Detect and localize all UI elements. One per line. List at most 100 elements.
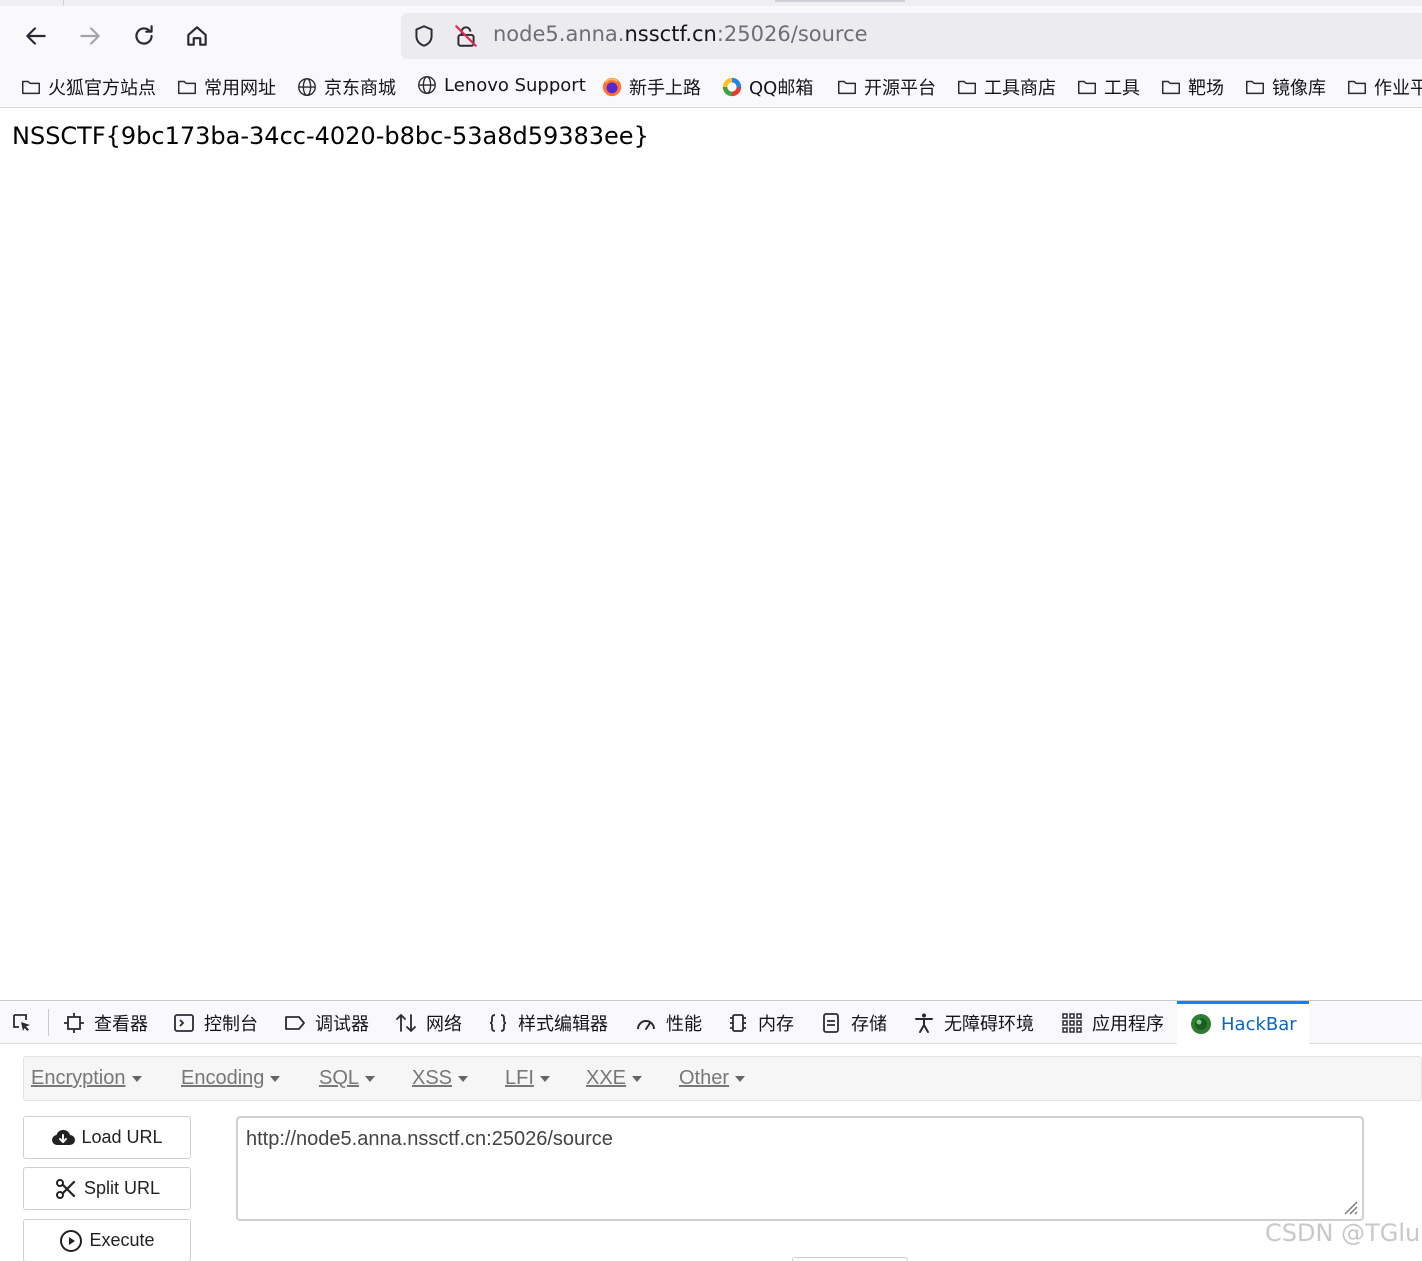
caret-down-icon	[365, 1075, 376, 1082]
folder-icon	[178, 80, 196, 95]
caret-down-icon	[131, 1075, 142, 1082]
bookmark-item[interactable]: 靶场	[1160, 74, 1224, 100]
qq-mail-icon	[722, 77, 742, 97]
hackbar-icon	[1191, 1014, 1211, 1034]
bookmark-item[interactable]: 工具商店	[956, 74, 1056, 100]
bookmark-item[interactable]: 镜像库	[1244, 74, 1326, 100]
tab-hackbar[interactable]: HackBar	[1177, 1001, 1309, 1044]
home-icon	[187, 26, 207, 46]
tab-indicator	[775, 0, 905, 2]
url-textarea-value: http://node5.anna.nssctf.cn:25026/source	[246, 1128, 613, 1150]
folder-icon	[22, 80, 40, 95]
tab-performance[interactable]: 性能	[634, 1001, 702, 1044]
menu-sql[interactable]: SQL	[319, 1067, 376, 1090]
tab-memory[interactable]: 内存	[726, 1001, 794, 1044]
devtools-toolbar: 查看器 控制台 调试器 网络 样式编辑器 性能 内存 存储 无障碍环境 应用程序…	[0, 1001, 1422, 1044]
browser-window: node5.anna.nssctf.cn:25026/source 火狐官方站点…	[0, 0, 1422, 1261]
folder-icon	[1162, 80, 1180, 95]
bookmark-label: 京东商城	[324, 78, 396, 99]
menu-xss[interactable]: XSS	[412, 1067, 469, 1090]
folder-icon	[958, 80, 976, 95]
load-url-button[interactable]: Load URL	[23, 1116, 191, 1159]
resize-grip-icon[interactable]	[1340, 1197, 1358, 1215]
execute-button[interactable]: Execute	[23, 1219, 191, 1261]
flag-text: NSSCTF{9bc173ba-34cc-4020-b8bc-53a8d5938…	[12, 122, 649, 150]
split-url-button[interactable]: Split URL	[23, 1167, 191, 1210]
accessibility-icon	[915, 1013, 933, 1033]
folder-icon	[1078, 80, 1096, 95]
application-icon	[1062, 1012, 1082, 1033]
bookmark-item[interactable]: 开源平台	[836, 74, 936, 100]
tab-label: 性能	[666, 1013, 702, 1035]
bookmark-label: 火狐官方站点	[48, 78, 156, 99]
menu-label: LFI	[505, 1067, 534, 1089]
tab-label: 存储	[851, 1013, 887, 1035]
caret-down-icon	[270, 1075, 281, 1082]
bookmark-label: 新手上路	[629, 78, 701, 99]
url-textarea[interactable]: http://node5.anna.nssctf.cn:25026/source	[236, 1116, 1364, 1221]
element-picker-icon	[13, 1013, 30, 1031]
bookmark-label: 靶场	[1188, 78, 1224, 99]
caret-down-icon	[458, 1075, 469, 1082]
bookmark-label: 开源平台	[864, 78, 936, 99]
home-button[interactable]	[179, 18, 215, 54]
hackbar-menu-bar: Encryption Encoding SQL XSS LFI XXE Othe…	[23, 1056, 1422, 1101]
menu-lfi[interactable]: LFI	[505, 1067, 550, 1090]
bookmark-item[interactable]: 新手上路	[601, 74, 701, 100]
bookmark-item[interactable]: 常用网址	[176, 74, 276, 100]
back-button[interactable]	[18, 18, 54, 54]
tab-label: 调试器	[315, 1013, 369, 1035]
tab-debugger[interactable]: 调试器	[283, 1001, 369, 1044]
split-url-label: Split URL	[83, 1178, 161, 1198]
menu-label: XSS	[412, 1067, 453, 1089]
bookmark-item[interactable]: QQ邮箱	[721, 74, 813, 100]
tab-storage[interactable]: 存储	[819, 1001, 887, 1044]
scissors-icon	[55, 1178, 76, 1199]
menu-label: SQL	[319, 1067, 360, 1089]
menu-xxe[interactable]: XXE	[586, 1067, 643, 1090]
menu-encoding[interactable]: Encoding	[181, 1067, 281, 1090]
tab-label: 无障碍环境	[944, 1013, 1034, 1035]
caret-down-icon	[539, 1075, 550, 1082]
execute-label: Execute	[89, 1230, 155, 1250]
tab-network[interactable]: 网络	[394, 1001, 462, 1044]
caret-down-icon	[735, 1075, 746, 1082]
url-domain: nssctf.cn	[624, 22, 717, 46]
bookmarks-toolbar: 火狐官方站点 常用网址 京东商城 Lenovo Support 新手上路 QQ邮…	[0, 66, 1422, 108]
reload-icon	[135, 25, 153, 45]
tab-label: 应用程序	[1092, 1013, 1164, 1035]
tab-label: 查看器	[94, 1013, 148, 1035]
bookmark-label: 常用网址	[204, 78, 276, 99]
menu-encryption[interactable]: Encryption	[31, 1067, 142, 1090]
tab-style-editor[interactable]: 样式编辑器	[486, 1001, 608, 1044]
tab-accessibility[interactable]: 无障碍环境	[912, 1001, 1034, 1044]
storage-icon	[823, 1012, 839, 1033]
reload-button[interactable]	[126, 18, 162, 54]
tab-inspector[interactable]: 查看器	[62, 1001, 148, 1044]
devtools-panel: 查看器 控制台 调试器 网络 样式编辑器 性能 内存 存储 无障碍环境 应用程序…	[0, 1000, 1422, 1261]
tab-label: HackBar	[1221, 1013, 1297, 1035]
address-bar[interactable]: node5.anna.nssctf.cn:25026/source	[401, 13, 1422, 59]
bookmark-item[interactable]: 作业平	[1346, 74, 1422, 100]
performance-icon	[637, 1019, 655, 1030]
globe-icon	[418, 76, 436, 94]
bookmark-item[interactable]: 京东商城	[296, 74, 396, 100]
tab-console[interactable]: 控制台	[172, 1001, 258, 1044]
menu-other[interactable]: Other	[679, 1067, 746, 1090]
bookmark-item[interactable]: Lenovo Support	[416, 74, 586, 96]
load-url-label: Load URL	[81, 1127, 163, 1147]
element-picker-button[interactable]	[10, 1001, 42, 1044]
url-text[interactable]: node5.anna.nssctf.cn:25026/source	[493, 22, 868, 46]
bookmark-label: 镜像库	[1272, 78, 1326, 99]
debugger-icon	[285, 1015, 305, 1030]
tab-label: 内存	[758, 1013, 794, 1035]
bookmark-label: Lenovo Support	[444, 74, 586, 96]
forward-button[interactable]	[72, 18, 108, 54]
bookmark-item[interactable]: 工具	[1076, 74, 1140, 100]
tab-application[interactable]: 应用程序	[1060, 1001, 1164, 1044]
caret-down-icon	[632, 1075, 643, 1082]
tracking-protection-shield-icon[interactable]	[411, 23, 437, 49]
bookmark-item[interactable]: 火狐官方站点	[20, 74, 156, 100]
toolbar-separator	[48, 1009, 49, 1036]
insecure-lock-icon[interactable]	[453, 23, 479, 49]
